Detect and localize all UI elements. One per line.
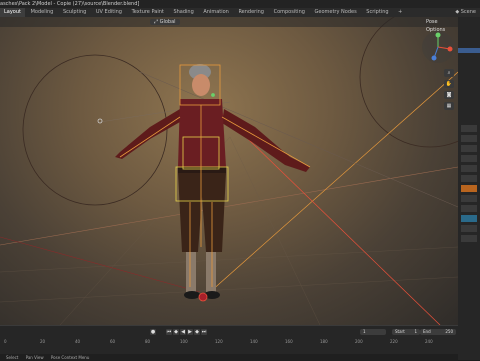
character-model[interactable] [115,64,310,299]
control-circle-left [22,54,168,206]
character-left-arm [115,109,180,159]
status-context-menu: Pose Context Menu [50,355,90,360]
pan-icon[interactable]: ✋ [444,80,454,88]
ik-target[interactable] [97,118,103,124]
tab-sculpting[interactable]: Sculpting [59,8,90,17]
rig-line [0,166,458,246]
tool-tab-icon[interactable] [461,125,477,132]
play-reverse-icon[interactable]: ◀ [180,329,186,335]
start-frame-field[interactable]: Start 1 [392,329,420,335]
character-left-shoe [184,291,200,299]
ruler-tick: 40 [75,339,81,344]
tab-modeling[interactable]: Modeling [27,8,58,17]
tab-rendering[interactable]: Rendering [234,8,268,17]
orientation-label: Global [159,19,176,25]
workspace-tabs: Layout Modeling Sculpting UV Editing Tex… [0,8,480,17]
view-layer-tab-icon[interactable] [461,155,477,162]
status-pan: Pan View [25,355,44,360]
modifier-tab-icon[interactable] [461,195,477,202]
ruler-tick: 60 [110,339,116,344]
viewport-scene [0,17,458,325]
end-label: End [423,329,431,334]
viewport-nav-tools: ⌕ ✋ ◙ ▦ [444,69,454,110]
output-tab-icon[interactable] [461,145,477,152]
properties-strip [458,17,480,360]
object-tab-icon[interactable] [461,185,477,192]
ruler-tick: 0 [4,339,7,344]
constraint-tab-icon[interactable] [461,205,477,212]
end-value: 250 [445,329,453,334]
navigation-gizmo[interactable] [420,29,456,65]
world-tab-icon[interactable] [461,175,477,182]
character-right-leg [206,252,216,292]
scene-selector[interactable]: ◆ Scene [455,8,476,17]
ruler-tick: 200 [355,339,363,344]
ruler-tick: 160 [285,339,293,344]
ruler-tick: 100 [180,339,188,344]
jump-start-icon[interactable]: ⏮ [166,329,172,335]
next-key-icon[interactable]: ◆ [194,329,200,335]
play-icon[interactable]: ▶ [187,329,193,335]
tab-layout[interactable]: Layout [0,8,25,17]
bone-right-arm[interactable] [221,116,311,168]
ruler-tick: 220 [390,339,398,344]
rig-line-orange [209,71,458,293]
outliner-selected-row[interactable] [458,48,480,53]
zoom-icon[interactable]: ⌕ [444,69,454,77]
bone-left-arm[interactable] [119,116,181,158]
character-left-leg [186,252,196,292]
tab-scripting[interactable]: Scripting [362,8,392,17]
root-bone[interactable] [198,292,208,302]
character-right-arm [222,109,310,172]
ruler-tick: 240 [425,339,433,344]
material-tab-icon[interactable] [461,235,477,242]
ruler-tick: 80 [145,339,151,344]
tab-shading[interactable]: Shading [169,8,197,17]
grid-icon[interactable]: ▦ [444,102,454,110]
properties-tabs [461,125,477,245]
head-control[interactable] [211,93,215,97]
current-frame-field[interactable]: 1 [360,329,386,335]
axis-line-x [0,236,201,293]
record-icon[interactable]: ● [150,329,156,335]
render-tab-icon[interactable] [461,135,477,142]
viewport-header: ⤢ Global Pose Options [0,17,458,33]
ruler-tick: 140 [250,339,258,344]
gizmo-x-handle[interactable] [447,46,453,52]
tab-animation[interactable]: Animation [199,8,233,17]
jump-end-icon[interactable]: ⏭ [201,329,207,335]
character-trousers [178,173,226,252]
tab-compositing[interactable]: Compositing [270,8,309,17]
3d-viewport[interactable]: ⤢ Global Pose Options ⌕ ✋ ◙ ▦ [0,17,458,325]
floor-grid [0,136,458,325]
end-frame-field[interactable]: End 250 [420,329,456,335]
start-value: 1 [414,329,417,334]
tab-uv-editing[interactable]: UV Editing [92,8,126,17]
scene-label: Scene [460,9,476,15]
prev-key-icon[interactable]: ◆ [173,329,179,335]
file-path: asches\Pack 2\Model - Copie (27)\source\… [0,1,140,7]
ruler-tick: 180 [320,339,328,344]
playback-controls: ● ⏮ ◆ ◀ ▶ ◆ ⏭ 1 Start 1 End 250 [0,328,458,336]
camera-icon[interactable]: ◙ [444,91,454,99]
ruler-tick: 120 [215,339,223,344]
tab-texture-paint[interactable]: Texture Paint [128,8,168,17]
ruler-tick: 20 [40,339,46,344]
status-select: Select [6,355,19,360]
data-tab-icon[interactable] [461,215,477,222]
timeline: ● ⏮ ◆ ◀ ▶ ◆ ⏭ 1 Start 1 End 250 0 20 40 … [0,325,458,361]
gizmo-y-handle[interactable] [435,32,441,38]
bone-tab-icon[interactable] [461,225,477,232]
character-head [192,74,210,96]
gizmo-z-handle[interactable] [431,55,437,61]
scene-tab-icon[interactable] [461,165,477,172]
transform-orientation-dropdown[interactable]: ⤢ Global [150,19,180,25]
start-label: Start [395,329,405,334]
tab-geometry-nodes[interactable]: Geometry Nodes [311,8,361,17]
title-bar: asches\Pack 2\Model - Copie (27)\source\… [0,0,480,8]
frame-ruler[interactable]: 0 20 40 60 80 100 120 140 160 180 200 22… [0,339,458,347]
add-workspace-button[interactable]: + [394,8,406,17]
